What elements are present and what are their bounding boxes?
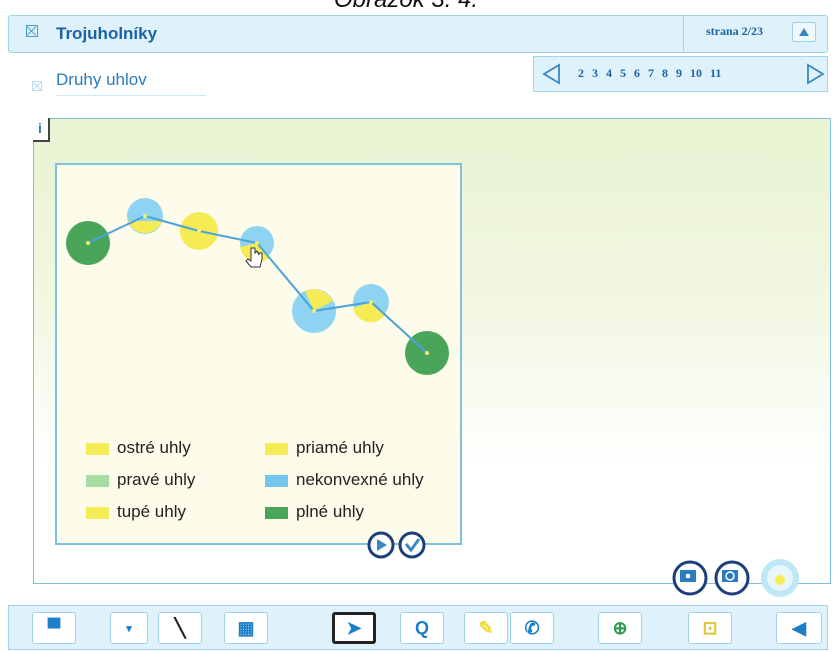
zoom-tool-button[interactable]: Q bbox=[400, 612, 444, 644]
line-tool-button[interactable]: ╲ bbox=[158, 612, 202, 644]
highlighter-button[interactable]: ✎ bbox=[464, 612, 508, 644]
arrow-up-icon bbox=[799, 28, 809, 36]
next-page-icon[interactable] bbox=[804, 63, 826, 85]
page-link[interactable]: 8 bbox=[662, 66, 668, 80]
speaker-icon: ◀ bbox=[792, 617, 806, 638]
refresh-icon bbox=[714, 560, 750, 596]
calculator-button[interactable]: ▦ bbox=[224, 612, 268, 644]
legend-swatch bbox=[265, 475, 288, 487]
page-indicator: strana 2/23 bbox=[706, 24, 763, 38]
highlighter-icon: ✎ bbox=[478, 617, 494, 638]
info-button[interactable]: i bbox=[33, 118, 50, 142]
page-link[interactable]: 7 bbox=[648, 66, 654, 80]
legend-swatch bbox=[265, 507, 288, 519]
title-divider bbox=[683, 15, 684, 53]
screen-select-button[interactable]: ⊡ bbox=[688, 612, 732, 644]
phone-icon: ✆ bbox=[524, 617, 540, 638]
legend-item-acute: ostré uhly bbox=[86, 438, 191, 458]
prev-page-icon[interactable] bbox=[541, 63, 563, 85]
legend-item-straight: priamé uhly bbox=[265, 438, 384, 458]
sound-button[interactable]: ◀ bbox=[776, 612, 822, 644]
legend-item-right: pravé uhly bbox=[86, 470, 195, 490]
content-controls bbox=[672, 559, 799, 597]
legend-item-obtuse: tupé uhly bbox=[86, 502, 186, 522]
check-icon bbox=[398, 531, 426, 559]
presentation-button[interactable]: ▀ bbox=[32, 612, 76, 644]
legend-swatch bbox=[86, 475, 109, 487]
calculator-icon: ▦ bbox=[237, 617, 255, 638]
vertex-acute-overlay bbox=[128, 221, 162, 234]
section-title: Druhy uhlov bbox=[56, 70, 147, 89]
page-link[interactable]: 11 bbox=[710, 66, 721, 80]
play-icon bbox=[367, 531, 395, 559]
search-icon: Q bbox=[414, 617, 429, 638]
legend-swatch bbox=[86, 507, 109, 519]
close-icon[interactable] bbox=[26, 25, 38, 37]
screen-icon: ⊡ bbox=[702, 617, 718, 638]
menu-dropdown-button[interactable]: ▾ bbox=[110, 612, 148, 644]
dropdown-icon: ▾ bbox=[126, 622, 132, 635]
page-link[interactable]: 5 bbox=[620, 66, 626, 80]
line-icon: ╲ bbox=[174, 617, 186, 638]
scroll-up-button[interactable] bbox=[792, 22, 816, 42]
phone-button[interactable]: ✆ bbox=[510, 612, 554, 644]
panel-controls bbox=[367, 531, 426, 559]
legend-swatch bbox=[265, 443, 288, 455]
legend-item-reflex: nekonvexné uhly bbox=[265, 470, 424, 490]
figure-caption: Obrázok 3. 4. bbox=[0, 0, 836, 14]
zoom-in-button[interactable]: ⊕ bbox=[598, 612, 642, 644]
pointer-tool-button[interactable]: ➤ bbox=[332, 612, 376, 644]
page-link[interactable]: 3 bbox=[592, 66, 598, 80]
page-link[interactable]: 9 bbox=[676, 66, 682, 80]
legend-item-full: plné uhly bbox=[265, 502, 364, 522]
page-link[interactable]: 10 bbox=[690, 66, 702, 80]
page-link[interactable]: 4 bbox=[606, 66, 612, 80]
legend-swatch bbox=[86, 443, 109, 455]
pointer-icon: ➤ bbox=[346, 617, 362, 638]
page-numbers: 2 3 4 5 6 7 8 9 10 11 bbox=[578, 66, 729, 81]
page-title: Trojuholníky bbox=[56, 24, 158, 43]
collapse-icon[interactable] bbox=[32, 81, 42, 91]
zoom-in-icon: ⊕ bbox=[612, 617, 628, 638]
page-link[interactable]: 6 bbox=[634, 66, 640, 80]
angle-diagram bbox=[66, 198, 449, 375]
presenter-icon bbox=[672, 560, 708, 596]
spotlight-icon bbox=[761, 559, 799, 597]
page-link[interactable]: 2 bbox=[578, 66, 584, 80]
section-underline bbox=[56, 95, 206, 96]
easel-icon: ▀ bbox=[47, 617, 61, 638]
